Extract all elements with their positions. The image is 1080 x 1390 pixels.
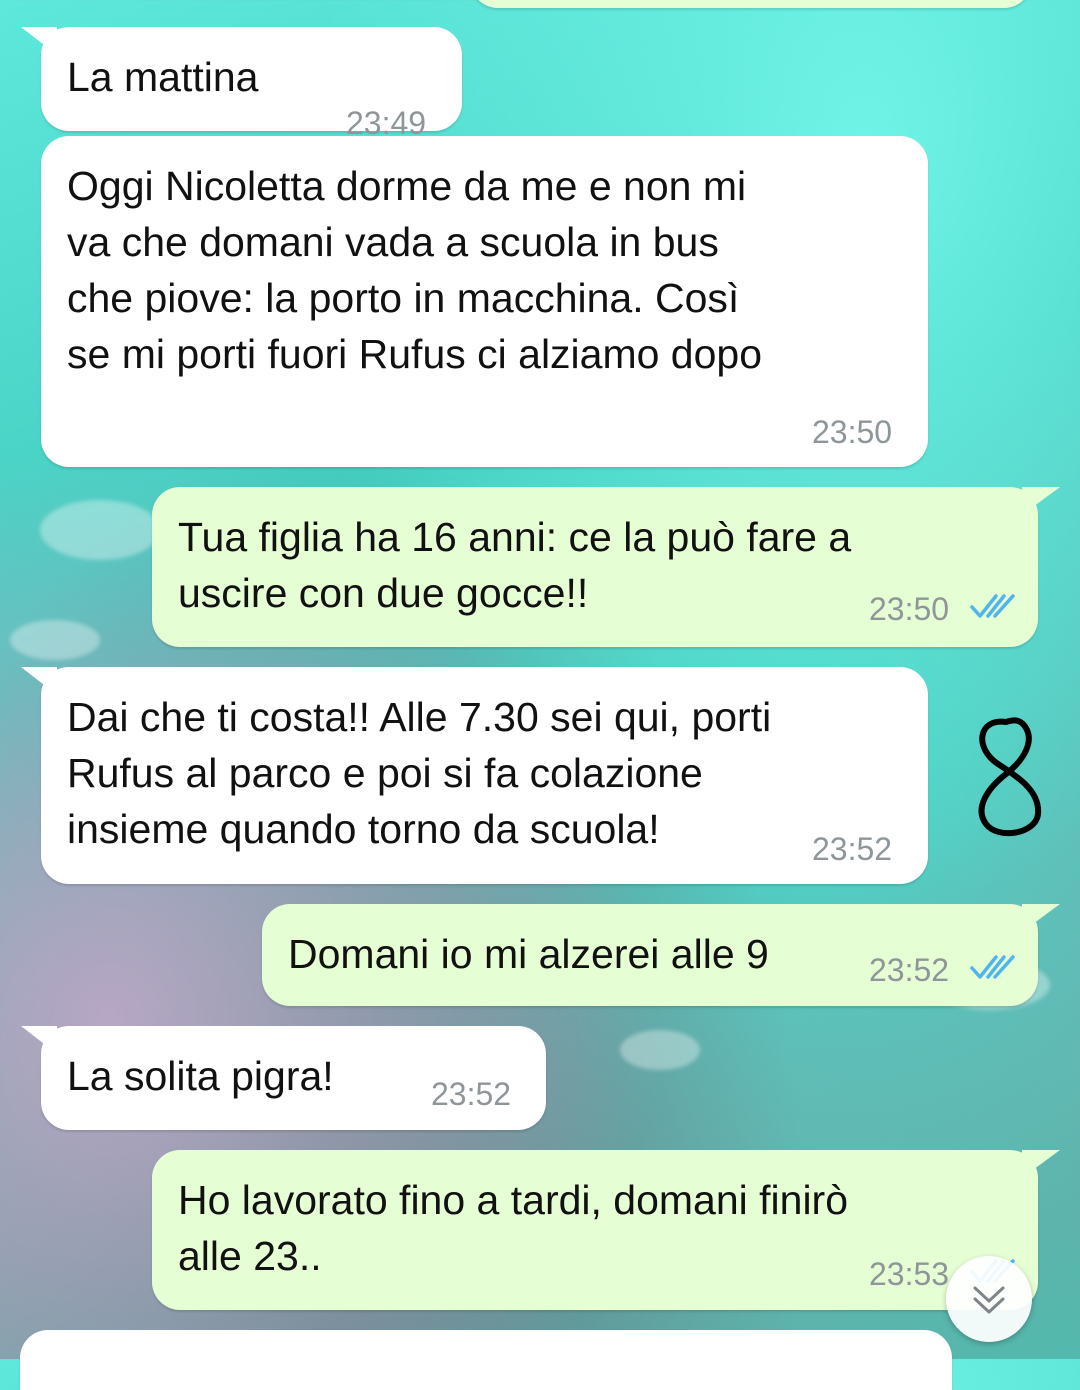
message-time: 23:53: [869, 1256, 950, 1292]
read-receipt-icon: [970, 594, 1015, 618]
wallpaper-highlight: [10, 620, 100, 660]
message-bubble-incoming[interactable]: La mattina 23:49: [21, 27, 462, 141]
message-text: La solita pigra!: [67, 1053, 334, 1099]
message-text: Domani io mi alzerei alle 9: [288, 931, 769, 977]
message-text: Ho lavorato fino a tardi, domani finirò …: [178, 1177, 849, 1279]
message-text: Oggi Nicoletta dorme da me e non mi va c…: [67, 163, 763, 377]
wallpaper-highlight: [620, 1030, 700, 1070]
message-bubble-incoming[interactable]: La solita pigra! 23:52: [21, 1026, 546, 1130]
message-bubble-outgoing[interactable]: Ho lavorato fino a tardi, domani finirò …: [152, 1150, 1060, 1310]
bubble-tail: [1022, 1150, 1060, 1178]
message-bubble-outgoing[interactable]: Tua figlia ha 16 anni: ce la può fare a …: [152, 487, 1060, 647]
message-time: 23:52: [431, 1076, 512, 1112]
message-bubble-incoming[interactable]: Oggi Nicoletta dorme da me e non mi va c…: [41, 136, 928, 467]
message-bubble-incoming[interactable]: Dai che ti costa!! Alle 7.30 sei qui, po…: [21, 667, 928, 884]
message-time: 23:50: [869, 591, 950, 627]
message-text: Dai che ti costa!! Alle 7.30 sei qui, po…: [67, 694, 772, 852]
message-bubble-outgoing[interactable]: [470, 0, 1032, 8]
message-bubble-incoming[interactable]: [20, 1330, 952, 1390]
chevron-double-down-icon: [973, 1286, 1005, 1314]
scroll-to-bottom-button[interactable]: [946, 1256, 1032, 1342]
message-text: Tua figlia ha 16 anni: ce la può fare a …: [178, 514, 852, 616]
message-time: 23:52: [812, 831, 893, 867]
bubble-tail: [21, 1026, 57, 1054]
bubble-tail: [1022, 904, 1060, 932]
read-receipt-icon: [970, 955, 1015, 979]
message-bubble-outgoing[interactable]: Domani io mi alzerei alle 9 23:52: [262, 904, 1060, 1006]
bubble-tail: [1022, 487, 1060, 515]
message-text: La mattina: [67, 54, 259, 100]
handwritten-eight-icon: [978, 717, 1042, 836]
message-time: 23:50: [812, 414, 893, 450]
wallpaper-highlight: [40, 500, 160, 560]
bubble-tail: [21, 667, 57, 695]
message-time: 23:52: [869, 952, 950, 988]
bubble-tail: [21, 27, 57, 55]
